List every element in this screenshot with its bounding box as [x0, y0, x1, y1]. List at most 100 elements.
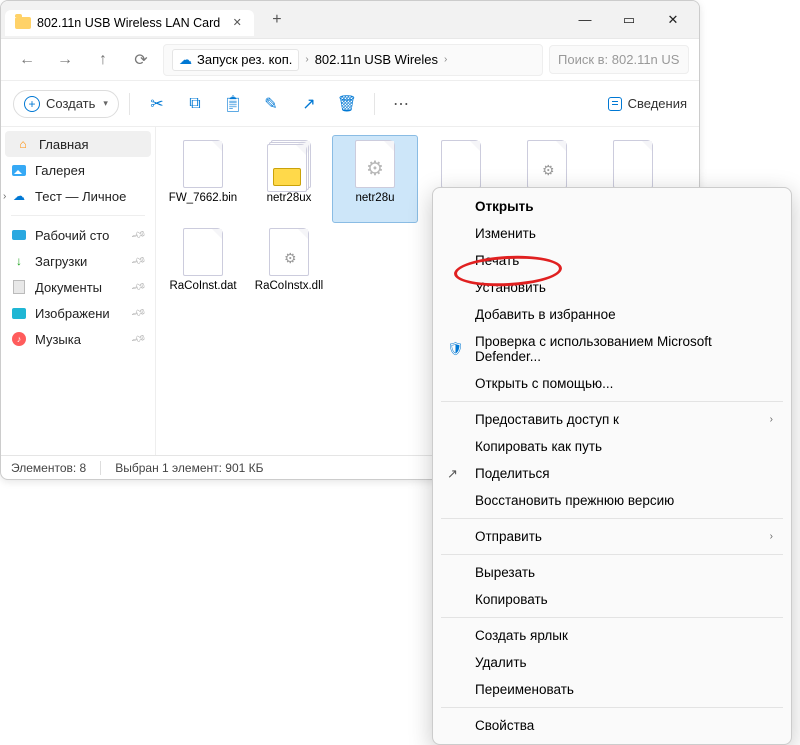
backup-chip[interactable]: ☁ Запуск рез. коп. — [172, 49, 299, 71]
folder-icon — [15, 17, 31, 29]
ctx-install[interactable]: Установить — [433, 274, 791, 301]
ctx-label: Проверка с использованием Microsoft Defe… — [475, 334, 773, 364]
sidebar-label: Документы — [35, 280, 102, 295]
file-icon — [183, 140, 223, 188]
file-item[interactable]: FW_7662.bin — [160, 135, 246, 223]
chevron-right-icon: › — [3, 191, 6, 202]
ctx-restore[interactable]: Восстановить прежнюю версию — [433, 487, 791, 514]
sidebar-item-home[interactable]: ⌂ Главная — [5, 131, 151, 157]
chevron-down-icon: ▾ — [103, 98, 108, 109]
sidebar-label: Тест — Личное — [35, 189, 126, 204]
ctx-copy[interactable]: Копировать — [433, 586, 791, 613]
breadcrumb-item[interactable]: 802.11n USB Wireles — [315, 52, 438, 67]
ctx-share[interactable]: ↗Поделиться — [433, 460, 791, 487]
tab-title: 802.11n USB Wireless LAN Card — [37, 16, 220, 30]
ctx-copy-path[interactable]: Копировать как путь — [433, 433, 791, 460]
status-selection: Выбран 1 элемент: 901 КБ — [115, 461, 263, 475]
details-icon — [608, 97, 622, 111]
sidebar-item-gallery[interactable]: Галерея — [1, 157, 155, 183]
sidebar-item-music[interactable]: ♪ Музыка 📌︎ — [1, 326, 155, 352]
ctx-cut[interactable]: Вырезать — [433, 559, 791, 586]
download-icon: ↓ — [11, 253, 27, 269]
sidebar-item-desktop[interactable]: Рабочий сто 📌︎ — [1, 222, 155, 248]
cut-button[interactable]: ✂ — [140, 87, 174, 121]
chevron-right-icon: › — [305, 54, 308, 65]
refresh-button[interactable]: ⟳ — [125, 44, 157, 76]
ctx-label: Установить — [475, 280, 546, 295]
file-icon — [441, 140, 481, 188]
cloud-icon: ☁ — [179, 52, 192, 68]
ctx-favorite[interactable]: Добавить в избранное — [433, 301, 791, 328]
ctx-label: Открыть — [475, 199, 534, 214]
sidebar-label: Изображени — [35, 306, 110, 321]
file-icon: ⚙ — [269, 228, 309, 276]
sidebar: ⌂ Главная Галерея › ☁ Тест — Личное Рабо… — [1, 127, 156, 455]
sidebar-label: Галерея — [35, 163, 85, 178]
ctx-openwith[interactable]: Открыть с помощью... — [433, 370, 791, 397]
delete-button[interactable]: 🗑︎ — [330, 87, 364, 121]
file-item[interactable]: ⚙ RaCoInstx.dll — [246, 223, 332, 311]
tab[interactable]: 802.11n USB Wireless LAN Card ✕ — [5, 10, 254, 36]
file-item[interactable]: RaCoInst.dat — [160, 223, 246, 311]
ctx-label: Копировать как путь — [475, 439, 602, 454]
ctx-edit[interactable]: Изменить — [433, 220, 791, 247]
up-button[interactable]: ↑ — [87, 44, 119, 76]
status-count: Элементов: 8 — [11, 461, 86, 475]
sidebar-item-pictures[interactable]: Изображени 📌︎ — [1, 300, 155, 326]
address-bar[interactable]: ☁ Запуск рез. коп. › 802.11n USB Wireles… — [163, 44, 543, 76]
ctx-properties[interactable]: Свойства — [433, 712, 791, 739]
pin-icon: 📌︎ — [130, 227, 147, 243]
file-label: netr28u — [352, 192, 397, 206]
ctx-label: Удалить — [475, 655, 527, 670]
paste-button[interactable]: 📋︎ — [216, 87, 250, 121]
close-tab-icon[interactable]: ✕ — [230, 16, 244, 30]
back-button[interactable]: ← — [11, 44, 43, 76]
new-tab-button[interactable]: + — [272, 11, 281, 29]
file-item-selected[interactable]: ⚙ netr28u — [332, 135, 418, 223]
rename-button[interactable]: ✎ — [254, 87, 288, 121]
ctx-label: Создать ярлык — [475, 628, 568, 643]
gear-icon: ⚙ — [366, 156, 384, 181]
ctx-label: Добавить в избранное — [475, 307, 616, 322]
details-button[interactable]: Сведения — [608, 96, 687, 111]
sidebar-item-downloads[interactable]: ↓ Загрузки 📌︎ — [1, 248, 155, 274]
file-item[interactable]: netr28ux — [246, 135, 332, 223]
copy-button[interactable]: ⧉ — [178, 87, 212, 121]
maximize-button[interactable]: ▭ — [607, 4, 651, 36]
search-input[interactable]: Поиск в: 802.11n US — [549, 45, 689, 74]
pin-icon: 📌︎ — [130, 331, 147, 347]
sidebar-item-documents[interactable]: Документы 📌︎ — [1, 274, 155, 300]
context-menu: Открыть Изменить Печать Установить Добав… — [432, 187, 792, 745]
ctx-rename[interactable]: Переименовать — [433, 676, 791, 703]
ctx-share-access[interactable]: Предоставить доступ к› — [433, 406, 791, 433]
ctx-print[interactable]: Печать — [433, 247, 791, 274]
ctx-send-to[interactable]: Отправить› — [433, 523, 791, 550]
sidebar-label: Главная — [39, 137, 88, 152]
more-button[interactable]: ⋯ — [385, 87, 419, 121]
minimize-button[interactable]: ― — [563, 4, 607, 36]
ctx-shortcut[interactable]: Создать ярлык — [433, 622, 791, 649]
sidebar-label: Музыка — [35, 332, 81, 347]
file-label: RaCoInstx.dll — [252, 280, 326, 294]
ctx-open[interactable]: Открыть — [433, 193, 791, 220]
create-button[interactable]: + Создать ▾ — [13, 90, 119, 118]
separator — [374, 93, 375, 115]
ctx-label: Открыть с помощью... — [475, 376, 613, 391]
file-label: netr28ux — [264, 192, 315, 206]
window-controls: ― ▭ ✕ — [563, 4, 695, 36]
sidebar-item-personal[interactable]: › ☁ Тест — Личное — [1, 183, 155, 209]
ctx-delete[interactable]: Удалить — [433, 649, 791, 676]
ctx-label: Восстановить прежнюю версию — [475, 493, 674, 508]
file-icon — [183, 228, 223, 276]
separator — [441, 401, 783, 402]
close-button[interactable]: ✕ — [651, 4, 695, 36]
separator — [441, 554, 783, 555]
toolbar: + Создать ▾ ✂ ⧉ 📋︎ ✎ ↗ 🗑︎ ⋯ Сведения — [1, 81, 699, 127]
ctx-label: Поделиться — [475, 466, 550, 481]
ctx-label: Копировать — [475, 592, 548, 607]
file-icon: ⚙ — [355, 140, 395, 188]
forward-button[interactable]: → — [49, 44, 81, 76]
ctx-defender[interactable]: 🛡Проверка с использованием Microsoft Def… — [433, 328, 791, 370]
share-button[interactable]: ↗ — [292, 87, 326, 121]
separator — [441, 707, 783, 708]
